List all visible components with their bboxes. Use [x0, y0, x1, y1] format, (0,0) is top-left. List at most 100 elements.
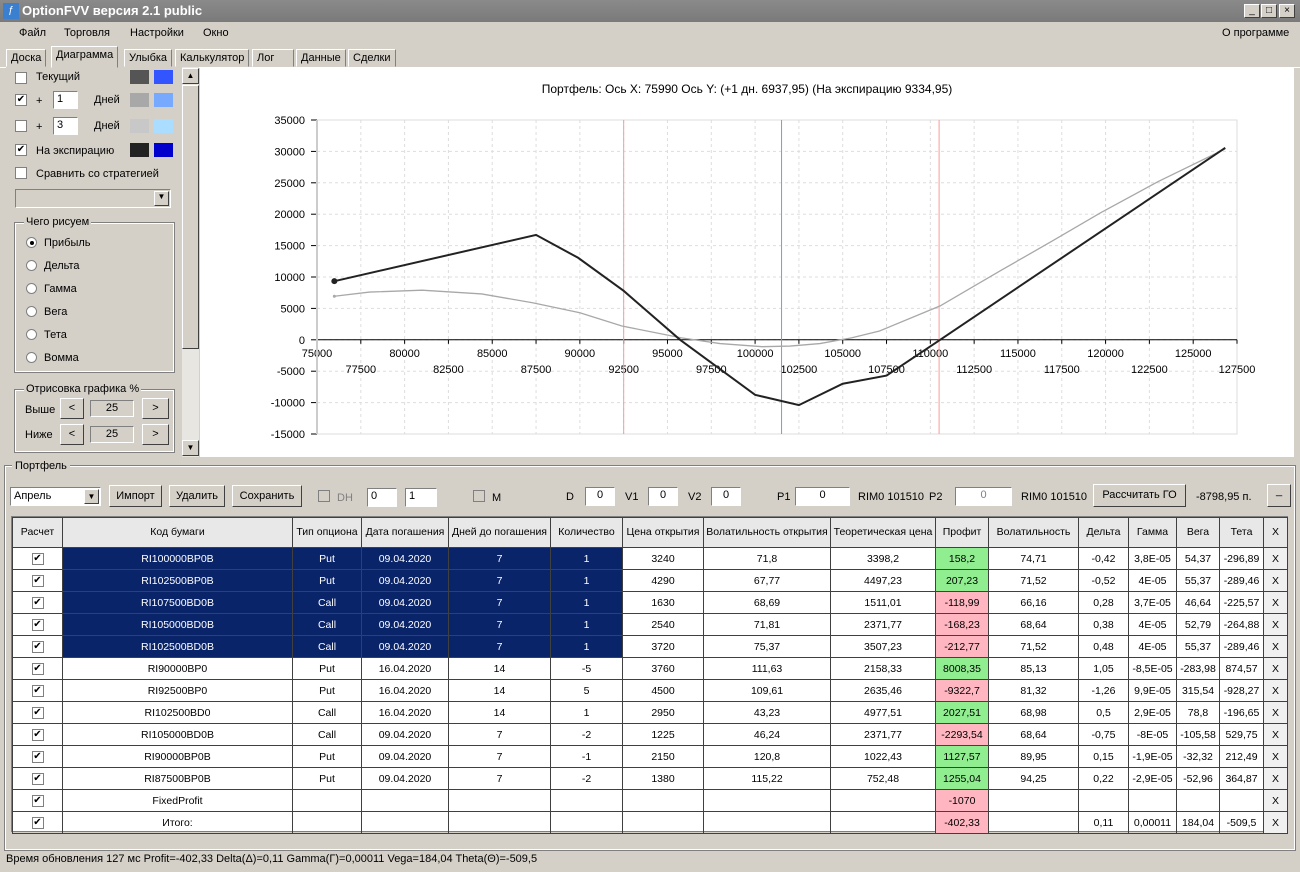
table-row[interactable]: ✔ RI105000BD0B Call 09.04.2020 7 -2 1225 46,24 2…: [12, 723, 1288, 746]
column-header[interactable]: Профит: [935, 517, 989, 548]
column-header[interactable]: Дельта: [1078, 517, 1129, 548]
below-increase-button[interactable]: >: [142, 424, 169, 445]
below-input[interactable]: 25: [90, 426, 134, 443]
table-row[interactable]: ✔ RI92500BP0 Put 16.04.2020 14 5 4500 109,61 263…: [12, 679, 1288, 702]
radio-profit[interactable]: [26, 237, 37, 248]
import-button[interactable]: Импорт: [109, 485, 162, 507]
table-row[interactable]: ✔ FixedProfit -1070 X: [12, 789, 1288, 812]
column-header[interactable]: X: [1263, 517, 1288, 548]
current-checkbox[interactable]: [15, 72, 27, 84]
calc-checkbox[interactable]: ✔: [31, 574, 44, 587]
table-row[interactable]: ✔ RI102500BD0B Call 09.04.2020 7 1 3720 75,37 35…: [12, 635, 1288, 658]
calc-checkbox[interactable]: ✔: [31, 640, 44, 653]
left-panel-scrollbar[interactable]: ▲ ▼: [182, 67, 199, 457]
calc-checkbox[interactable]: ✔: [31, 618, 44, 631]
chevron-down-icon[interactable]: ▼: [84, 489, 99, 504]
table-row[interactable]: ✔ RI90000BP0 Put 16.04.2020 14 -5 3760 111,63 21…: [12, 657, 1288, 680]
spin2-input[interactable]: 1: [405, 488, 437, 507]
radio-theta[interactable]: [26, 329, 37, 340]
tab-deals[interactable]: Сделки: [348, 49, 396, 67]
p1-input[interactable]: 0: [795, 487, 850, 506]
collapse-button[interactable]: _: [1267, 484, 1291, 507]
column-header[interactable]: Теоретическая цена: [830, 517, 936, 548]
calc-checkbox[interactable]: ✔: [31, 706, 44, 719]
plus3-checkbox[interactable]: [15, 120, 27, 132]
column-header[interactable]: Количество: [550, 517, 623, 548]
above-increase-button[interactable]: >: [142, 398, 169, 419]
remove-row-button[interactable]: X: [1263, 679, 1288, 702]
above-decrease-button[interactable]: <: [60, 398, 84, 419]
expiry-checkbox[interactable]: ✔: [15, 144, 27, 156]
maximize-button[interactable]: □: [1261, 4, 1277, 18]
table-row[interactable]: ✔ RI90000BP0B Put 09.04.2020 7 -1 2150 120,8 102…: [12, 745, 1288, 768]
plus1-days-input[interactable]: 1: [53, 91, 78, 109]
table-row[interactable]: ✔ RI100000BP0B Put 09.04.2020 7 1 3240 71,8 3398…: [12, 547, 1288, 570]
remove-row-button[interactable]: X: [1263, 591, 1288, 614]
remove-row-button[interactable]: X: [1263, 569, 1288, 592]
p2-input[interactable]: 0: [955, 487, 1012, 506]
remove-row-button[interactable]: X: [1263, 789, 1288, 812]
chevron-down-icon[interactable]: ▼: [154, 191, 169, 206]
table-row[interactable]: ✔ RI102500BP0B Put 09.04.2020 7 1 4290 67,77 449…: [12, 569, 1288, 592]
profit-chart[interactable]: Портфель: Ось X: 75990 Ось Y: (+1 дн. 69…: [200, 67, 1294, 457]
delete-button[interactable]: Удалить: [169, 485, 225, 507]
plus1-color-swatch[interactable]: [130, 93, 149, 107]
calculate-go-button[interactable]: Рассчитать ГО: [1093, 484, 1186, 507]
tab-diagram[interactable]: Диаграмма: [51, 46, 119, 68]
tab-data[interactable]: Данные: [296, 49, 346, 67]
below-decrease-button[interactable]: <: [60, 424, 84, 445]
current-color-swatch[interactable]: [130, 70, 149, 84]
column-header[interactable]: Тип опциона: [292, 517, 362, 548]
column-header[interactable]: Волатильность открытия: [703, 517, 831, 548]
column-header[interactable]: Дата погашения: [361, 517, 449, 548]
expiry-color-swatch[interactable]: [130, 143, 149, 157]
calc-checkbox[interactable]: ✔: [31, 662, 44, 675]
plus1-color-swatch-alt[interactable]: [154, 93, 173, 107]
radio-vomma[interactable]: [26, 352, 37, 363]
v2-input[interactable]: 0: [711, 487, 741, 506]
remove-row-button[interactable]: X: [1263, 613, 1288, 636]
remove-row-button[interactable]: X: [1263, 635, 1288, 658]
plus3-days-input[interactable]: 3: [53, 117, 78, 135]
remove-row-button[interactable]: X: [1263, 811, 1288, 834]
column-header[interactable]: Вега: [1176, 517, 1220, 548]
column-header[interactable]: Цена открытия: [622, 517, 704, 548]
tab-calculator[interactable]: Калькулятор: [175, 49, 250, 67]
table-row[interactable]: ✔ Итого: -402,33 0,11 0,00011 184,04 -509,5 X: [12, 811, 1288, 834]
table-row[interactable]: ✔ RI107500BD0B Call 09.04.2020 7 1 1630 68,69 15…: [12, 591, 1288, 614]
menu-about[interactable]: О программе: [1222, 27, 1289, 39]
remove-row-button[interactable]: X: [1263, 723, 1288, 746]
calc-checkbox[interactable]: ✔: [31, 794, 44, 807]
remove-row-button[interactable]: X: [1263, 745, 1288, 768]
m-checkbox[interactable]: [473, 490, 485, 502]
table-row[interactable]: ✔ RI102500BD0 Call 16.04.2020 14 1 2950 43,23 49…: [12, 701, 1288, 724]
column-header[interactable]: Гамма: [1128, 517, 1177, 548]
remove-row-button[interactable]: X: [1263, 767, 1288, 790]
close-button[interactable]: ×: [1279, 4, 1295, 18]
plus3-color-swatch-alt[interactable]: [154, 119, 173, 133]
calc-checkbox[interactable]: ✔: [31, 750, 44, 763]
dh-checkbox[interactable]: [318, 490, 330, 502]
scroll-up-icon[interactable]: ▲: [182, 68, 199, 84]
tab-board[interactable]: Доска: [6, 49, 47, 67]
calc-checkbox[interactable]: ✔: [31, 816, 44, 829]
spin1-input[interactable]: 0: [367, 488, 397, 507]
scroll-down-icon[interactable]: ▼: [182, 440, 199, 456]
table-row[interactable]: ✔ RI105000BD0B Call 09.04.2020 7 1 2540 71,81 23…: [12, 613, 1288, 636]
d-input[interactable]: 0: [585, 487, 615, 506]
save-button[interactable]: Сохранить: [232, 485, 302, 507]
column-header[interactable]: Тета: [1219, 517, 1264, 548]
calc-checkbox[interactable]: ✔: [31, 772, 44, 785]
month-select[interactable]: Апрель ▼: [10, 487, 101, 506]
remove-row-button[interactable]: X: [1263, 547, 1288, 570]
menu-trading[interactable]: Торговля: [64, 27, 110, 39]
strategy-select[interactable]: ▼: [15, 189, 171, 208]
radio-gamma[interactable]: [26, 283, 37, 294]
remove-row-button[interactable]: X: [1263, 701, 1288, 724]
tab-smile[interactable]: Улыбка: [124, 49, 173, 67]
compare-checkbox[interactable]: [15, 167, 27, 179]
current-color-swatch-alt[interactable]: [154, 70, 173, 84]
calc-checkbox[interactable]: ✔: [31, 728, 44, 741]
calc-checkbox[interactable]: ✔: [31, 596, 44, 609]
plus3-color-swatch[interactable]: [130, 119, 149, 133]
